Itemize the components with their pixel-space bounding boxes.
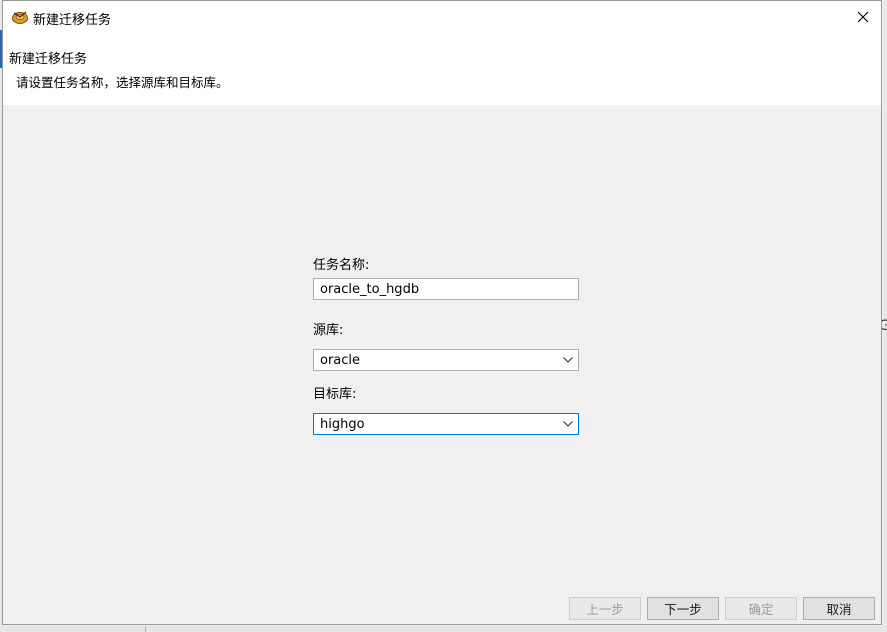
- wizard-step-description: 请设置任务名称，选择源库和目标库。: [16, 75, 229, 90]
- next-button[interactable]: 下一步: [647, 597, 719, 620]
- task-name-input[interactable]: [314, 279, 578, 299]
- source-db-select[interactable]: oracle: [313, 349, 579, 371]
- wizard-header: 新建迁移任务 请设置任务名称，选择源库和目标库。: [3, 34, 881, 105]
- task-name-label: 任务名称:: [313, 258, 370, 273]
- confirm-button[interactable]: 确定: [725, 597, 797, 620]
- source-db-value: oracle: [320, 352, 361, 368]
- app-logo-icon: [11, 9, 29, 25]
- window-title: 新建迁移任务: [33, 13, 112, 28]
- target-db-label: 目标库:: [313, 387, 357, 402]
- previous-button[interactable]: 上一步: [569, 597, 641, 620]
- target-db-value: highgo: [320, 416, 365, 432]
- close-icon: [857, 11, 869, 23]
- close-button[interactable]: [851, 6, 875, 28]
- title-bar: 新建迁移任务: [3, 1, 881, 34]
- background-window-right-edge: [883, 0, 887, 632]
- chevron-down-icon[interactable]: [558, 414, 578, 434]
- cancel-button[interactable]: 取消: [803, 597, 875, 620]
- source-db-label: 源库:: [313, 323, 344, 338]
- background-status-separator: [145, 626, 146, 632]
- wizard-step-title: 新建迁移任务: [9, 52, 88, 67]
- background-status-bar: [0, 626, 887, 632]
- target-db-select[interactable]: highgo: [313, 413, 579, 435]
- chevron-down-icon[interactable]: [558, 350, 578, 370]
- new-migration-task-dialog: 新建迁移任务 新建迁移任务 请设置任务名称，选择源库和目标库。 任务名称: 源库…: [2, 0, 882, 625]
- task-name-field[interactable]: [313, 278, 579, 300]
